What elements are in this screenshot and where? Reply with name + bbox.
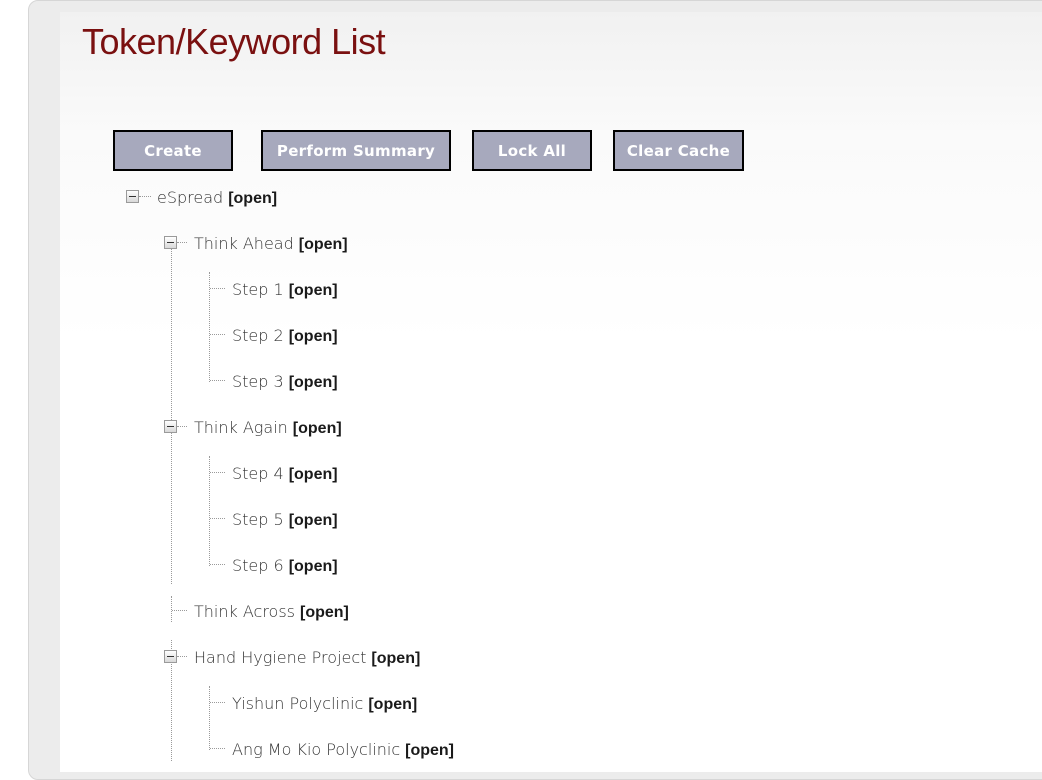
- tree-node-ang-mo-kio-polyclinic[interactable]: Ang Mo Kio Polyclinic [open]: [232, 738, 454, 762]
- tree-node-label: Step 2: [232, 326, 284, 345]
- create-button[interactable]: Create: [113, 130, 233, 171]
- tree-connector: [177, 426, 187, 427]
- tree-connector: [172, 610, 187, 611]
- clear-cache-button[interactable]: Clear Cache: [613, 130, 744, 171]
- tree-node-status: [open]: [371, 650, 421, 667]
- tree-node-label: Think Across: [194, 602, 295, 621]
- tree-node-label: Step 3: [232, 372, 284, 391]
- tree-connector: [171, 596, 172, 622]
- tree-node-espread[interactable]: eSpread [open]: [157, 186, 277, 210]
- tree-node-step-5[interactable]: Step 5 [open]: [232, 508, 338, 532]
- tree-node-status: [open]: [288, 282, 338, 299]
- tree-connector: [209, 686, 210, 750]
- tree-node-status: [open]: [298, 236, 348, 253]
- page-title: Token/Keyword List: [82, 21, 386, 62]
- tree-connector: [210, 702, 225, 703]
- tree-node-status: [open]: [228, 190, 278, 207]
- tree-connector: [139, 196, 151, 197]
- tree-connector: [177, 242, 187, 243]
- collapse-icon[interactable]: [126, 190, 139, 203]
- tree-node-step-1[interactable]: Step 1 [open]: [232, 278, 338, 302]
- tree-node-step-2[interactable]: Step 2 [open]: [232, 324, 338, 348]
- tree-connector: [210, 748, 225, 749]
- tree-node-label: Step 1: [232, 280, 284, 299]
- tree-connector: [171, 242, 172, 584]
- tree-node-status: [open]: [405, 742, 454, 759]
- tree-node-label: Step 4: [232, 464, 284, 483]
- tree-connector: [210, 564, 225, 565]
- perform-summary-button[interactable]: Perform Summary: [261, 130, 451, 171]
- tree-node-think-ahead[interactable]: Think Ahead [open]: [194, 232, 348, 256]
- tree-node-status: [open]: [288, 558, 338, 575]
- tree-node-status: [open]: [368, 696, 418, 713]
- lock-all-button[interactable]: Lock All: [472, 130, 592, 171]
- collapse-icon[interactable]: [164, 236, 177, 249]
- collapse-icon[interactable]: [164, 420, 177, 433]
- tree-node-step-4[interactable]: Step 4 [open]: [232, 462, 338, 486]
- tree-node-label: Step 5: [232, 510, 284, 529]
- tree-node-status: [open]: [300, 604, 349, 621]
- tree-node-status: [open]: [288, 328, 338, 345]
- tree-node-status: [open]: [288, 374, 338, 391]
- tree-connector: [210, 334, 225, 335]
- tree-node-yishun-polyclinic[interactable]: Yishun Polyclinic [open]: [232, 692, 417, 716]
- tree-connector: [210, 288, 225, 289]
- tree-connector: [210, 472, 225, 473]
- tree-node-think-again[interactable]: Think Again [open]: [194, 416, 342, 440]
- collapse-icon[interactable]: [164, 650, 177, 663]
- tree-node-step-6[interactable]: Step 6 [open]: [232, 554, 338, 578]
- tree-connector: [177, 656, 187, 657]
- tree-node-label: Think Again: [194, 418, 288, 437]
- tree-node-label: Ang Mo Kio Polyclinic: [232, 740, 401, 759]
- tree-node-step-3[interactable]: Step 3 [open]: [232, 370, 338, 394]
- tree-node-status: [open]: [288, 512, 338, 529]
- tree-node-label: Hand Hygiene Project: [194, 648, 367, 667]
- tree-node-label: Think Ahead: [194, 234, 294, 253]
- tree-node-status: [open]: [292, 420, 342, 437]
- tree-node-label: eSpread: [157, 188, 224, 207]
- tree-connector: [210, 518, 225, 519]
- tree-node-label: Yishun Polyclinic: [232, 694, 364, 713]
- tree-node-status: [open]: [288, 466, 338, 483]
- tree-node-label: Step 6: [232, 556, 284, 575]
- tree-node-hand-hygiene-project[interactable]: Hand Hygiene Project [open]: [194, 646, 420, 670]
- tree-connector: [210, 380, 225, 381]
- tree-node-think-across[interactable]: Think Across [open]: [194, 600, 349, 624]
